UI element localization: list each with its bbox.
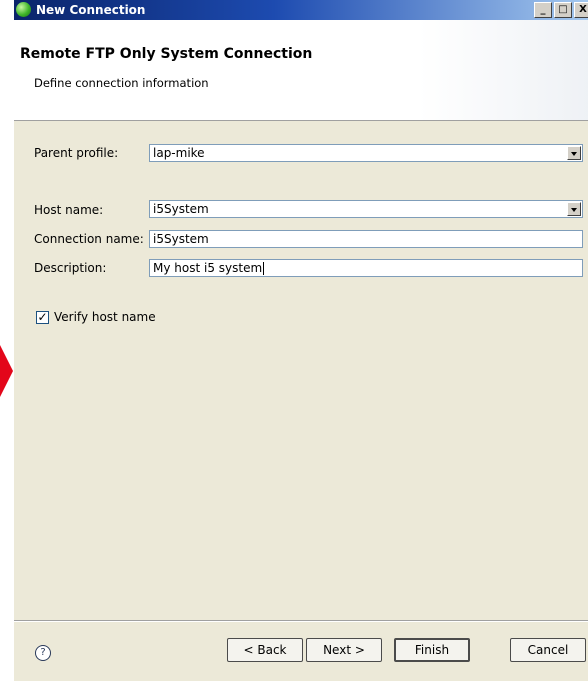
title-bar[interactable]: New Connection _ □ X [14,0,588,20]
description-label: Description: [34,261,107,275]
connection-name-field[interactable]: i5System [149,230,583,248]
window-title: New Connection [36,3,146,17]
maximize-button[interactable]: □ [554,2,572,18]
connection-name-value: i5System [153,232,209,246]
parent-profile-label: Parent profile: [34,146,119,160]
app-icon [16,2,31,17]
description-value: My host i5 system [153,261,263,275]
back-button[interactable]: < Back [227,638,303,662]
minimize-button[interactable]: _ [534,2,552,18]
text-cursor [263,262,265,275]
close-button[interactable]: X [574,2,588,18]
button-bar-separator [14,620,588,622]
chevron-down-icon[interactable] [567,202,581,216]
connection-name-label: Connection name: [34,232,144,246]
next-button[interactable]: Next > [306,638,382,662]
host-name-combo[interactable]: i5System [149,200,583,218]
red-arrow-indicator [0,345,13,397]
window-controls: _ □ X [534,2,588,18]
description-field[interactable]: My host i5 system [149,259,583,277]
host-name-value: i5System [153,202,209,216]
parent-profile-combo[interactable]: lap-mike [149,144,583,162]
wizard-header: Remote FTP Only System Connection Define… [14,20,588,121]
cancel-button[interactable]: Cancel [510,638,586,662]
chevron-down-icon[interactable] [567,146,581,160]
parent-profile-value: lap-mike [153,146,205,160]
finish-button[interactable]: Finish [394,638,470,662]
new-connection-dialog: New Connection _ □ X Remote FTP Only Sys… [14,0,588,681]
wizard-title: Remote FTP Only System Connection [20,46,313,62]
wizard-description: Define connection information [34,76,209,90]
verify-host-checkbox[interactable]: ✓ [36,311,49,324]
host-name-label: Host name: [34,203,104,217]
verify-host-label[interactable]: Verify host name [54,310,156,324]
help-icon[interactable]: ? [35,645,51,661]
